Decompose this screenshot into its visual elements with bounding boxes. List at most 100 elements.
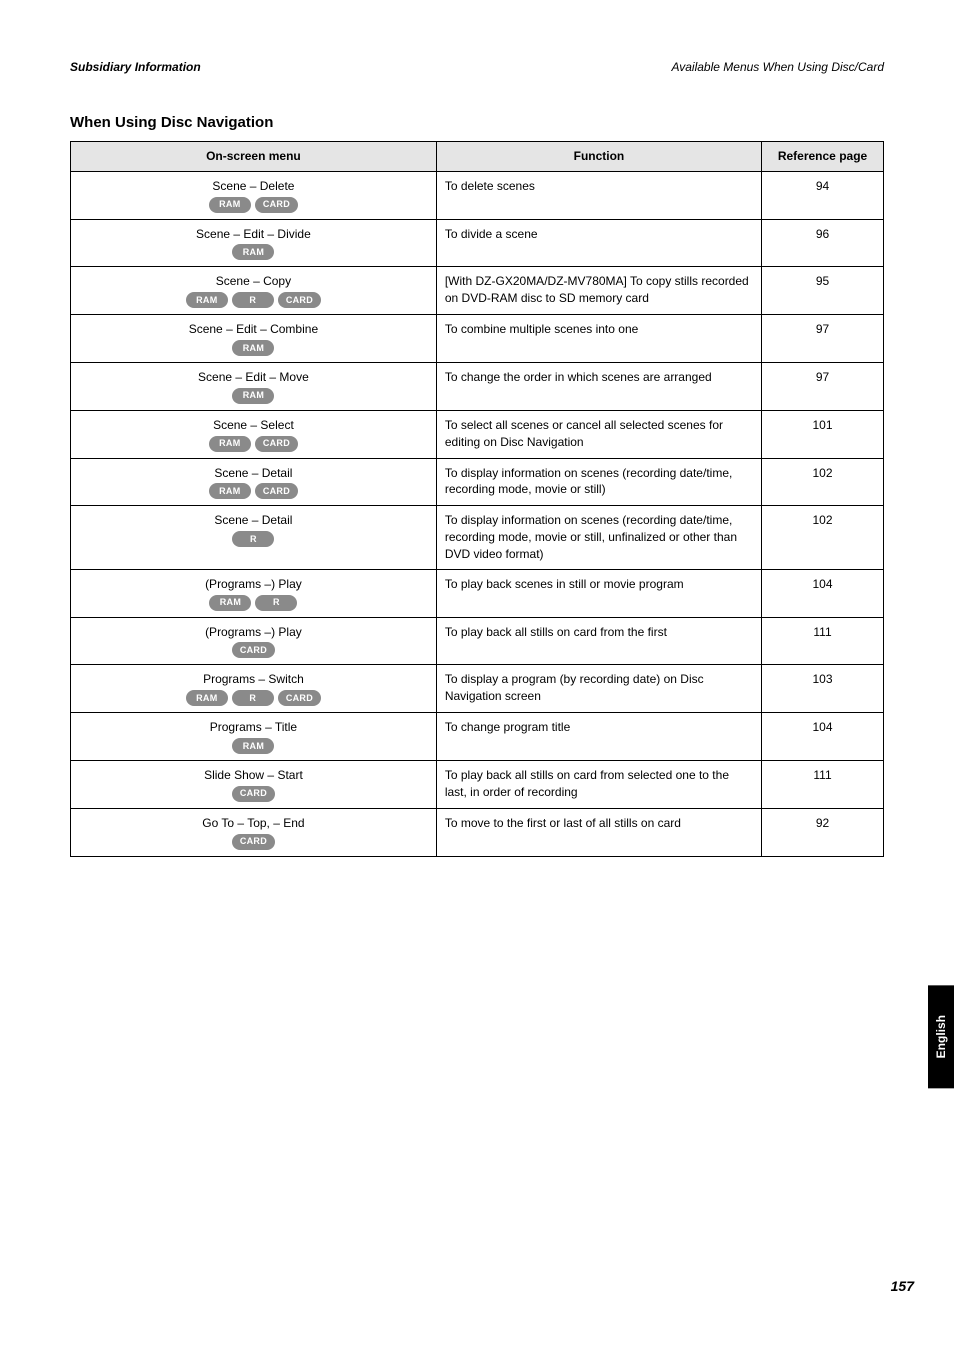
function-cell: To move to the first or last of all stil… (436, 808, 761, 856)
section-title: When Using Disc Navigation (70, 114, 884, 131)
menu-item-cell: Scene – Delete RAMCARD (71, 171, 437, 219)
menu-item-cell: Scene – DetailRAMCARD (71, 458, 437, 506)
menu-item-label: Programs – Switch (79, 671, 428, 688)
function-cell: To combine multiple scenes into one (436, 315, 761, 363)
media-badge: R (232, 690, 274, 706)
page-cell: 102 (762, 506, 884, 569)
function-cell: To delete scenes (436, 171, 761, 219)
badge-group: R (79, 531, 428, 547)
table-row: Scene – DetailRTo display information on… (71, 506, 884, 569)
page-cell: 94 (762, 171, 884, 219)
badge-group: RAM (79, 738, 428, 754)
menu-item-label: Scene – Copy (79, 273, 428, 290)
media-badge: CARD (232, 834, 275, 850)
page-cell: 104 (762, 569, 884, 617)
page-header: Subsidiary Information Available Menus W… (70, 60, 884, 74)
media-badge: RAM (232, 244, 274, 260)
media-badge: RAM (209, 483, 251, 499)
menu-item-label: Slide Show – Start (79, 767, 428, 784)
media-badge: RAM (232, 388, 274, 404)
function-cell: To divide a scene (436, 219, 761, 267)
media-badge: RAM (232, 738, 274, 754)
menu-item-cell: Scene – Detail R (71, 506, 437, 569)
table-row: Slide Show – Start CARD To play back all s… (71, 760, 884, 808)
menu-item-cell: Scene – Edit – DivideRAM (71, 219, 437, 267)
media-badge: RAM (209, 436, 251, 452)
col-page: Reference page (762, 142, 884, 172)
media-badge: RAM (209, 197, 251, 213)
page-cell: 101 (762, 410, 884, 458)
badge-group: CARD (79, 642, 428, 658)
menu-item-cell: (Programs –) PlayCARD (71, 617, 437, 665)
badge-group: RAM (79, 244, 428, 260)
menu-item-cell: (Programs –) Play RAMR (71, 569, 437, 617)
table-row: Scene – SelectRAMCARDTo select all scene… (71, 410, 884, 458)
page-cell: 96 (762, 219, 884, 267)
page-cell: 97 (762, 362, 884, 410)
menu-item-label: (Programs –) Play (79, 576, 428, 593)
page-cell: 111 (762, 617, 884, 665)
badge-group: RAMCARD (79, 197, 428, 213)
page-number: 157 (891, 1278, 914, 1294)
table-row: Go To – Top, – EndCARDTo move to the fir… (71, 808, 884, 856)
page-cell: 104 (762, 713, 884, 761)
menu-item-label: Scene – Edit – Move (79, 369, 428, 386)
page-cell: 92 (762, 808, 884, 856)
menu-item-cell: Scene – Edit – Move RAM (71, 362, 437, 410)
header-right: Available Menus When Using Disc/Card (671, 60, 884, 74)
menu-item-label: Scene – Detail (79, 465, 428, 482)
media-badge: R (232, 531, 274, 547)
function-cell: To change the order in which scenes are … (436, 362, 761, 410)
media-badge: R (232, 292, 274, 308)
page-cell: 103 (762, 665, 884, 713)
badge-group: RAMCARD (79, 436, 428, 452)
menu-item-cell: Scene – Copy RAMRCARD (71, 267, 437, 315)
page-cell: 111 (762, 760, 884, 808)
badge-group: CARD (79, 834, 428, 850)
badge-group: CARD (79, 786, 428, 802)
menu-item-label: Scene – Detail (79, 512, 428, 529)
header-left: Subsidiary Information (70, 60, 201, 74)
media-badge: RAM (186, 292, 228, 308)
col-menu: On-screen menu (71, 142, 437, 172)
menu-item-cell: Scene – Edit – CombineRAM (71, 315, 437, 363)
badge-group: RAMR (79, 595, 428, 611)
menu-item-label: Scene – Delete (79, 178, 428, 195)
badge-group: RAMRCARD (79, 292, 428, 308)
function-cell: To display a program (by recording date)… (436, 665, 761, 713)
badge-group: RAM (79, 388, 428, 404)
media-badge: RAM (209, 595, 251, 611)
table-row: Scene – Edit – Move RAM To change the orde… (71, 362, 884, 410)
media-badge: CARD (255, 483, 298, 499)
page-cell: 97 (762, 315, 884, 363)
table-row: (Programs –) PlayCARDTo play back all st… (71, 617, 884, 665)
menu-item-cell: Programs – Title RAM (71, 713, 437, 761)
side-tab: English (928, 985, 954, 1088)
function-cell: To play back all stills on card from sel… (436, 760, 761, 808)
media-badge: CARD (255, 197, 298, 213)
menu-item-label: Scene – Edit – Divide (79, 226, 428, 243)
badge-group: RAMRCARD (79, 690, 428, 706)
function-cell: To play back all stills on card from the… (436, 617, 761, 665)
function-cell: To play back scenes in still or movie pr… (436, 569, 761, 617)
table-header-row: On-screen menu Function Reference page (71, 142, 884, 172)
function-cell: [With DZ-GX20MA/DZ-MV780MA] To copy stil… (436, 267, 761, 315)
page-cell: 95 (762, 267, 884, 315)
table-row: Scene – Edit – CombineRAMTo combine mult… (71, 315, 884, 363)
menu-item-label: (Programs –) Play (79, 624, 428, 641)
table-row: Scene – Delete RAMCARD To delete scenes94 (71, 171, 884, 219)
menu-table: On-screen menu Function Reference page S… (70, 141, 884, 857)
col-function: Function (436, 142, 761, 172)
menu-item-label: Programs – Title (79, 719, 428, 736)
table-row: Scene – Edit – DivideRAMTo divide a scen… (71, 219, 884, 267)
table-row: Programs – Switch RAMRCARD To display a pr… (71, 665, 884, 713)
menu-item-cell: Scene – SelectRAMCARD (71, 410, 437, 458)
menu-item-cell: Slide Show – Start CARD (71, 760, 437, 808)
function-cell: To select all scenes or cancel all selec… (436, 410, 761, 458)
media-badge: CARD (278, 292, 321, 308)
media-badge: CARD (278, 690, 321, 706)
table-row: Scene – Copy RAMRCARD [With DZ-GX20MA/DZ-M… (71, 267, 884, 315)
media-badge: RAM (186, 690, 228, 706)
badge-group: RAM (79, 340, 428, 356)
media-badge: RAM (232, 340, 274, 356)
